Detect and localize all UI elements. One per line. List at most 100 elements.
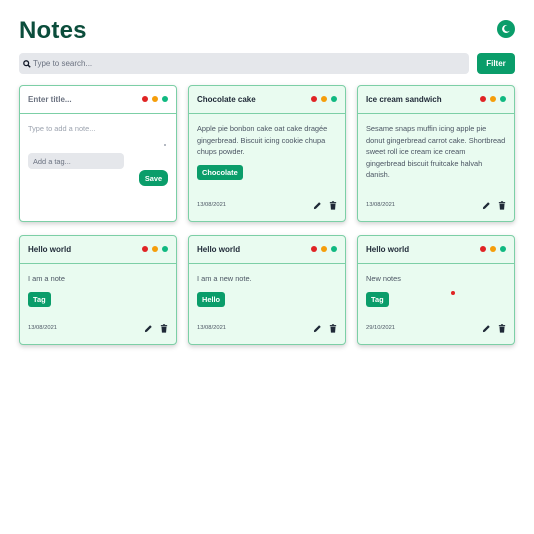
note-tag[interactable]: Tag [366,291,389,307]
note-card: Hello world New notes Tag 29/10/2021 [357,235,515,345]
new-note-header [20,86,176,114]
color-orange-dot[interactable] [490,246,496,252]
red-dot-marker [451,291,455,295]
edit-button[interactable] [482,324,491,333]
note-content: Sesame snaps muffin icing apple pie donu… [358,114,514,181]
new-note-card: Save [19,85,177,222]
color-orange-dot[interactable] [152,246,158,252]
note-actions [144,324,168,333]
edit-button[interactable] [313,324,322,333]
resize-handle[interactable] [164,144,166,146]
new-note-tag-input[interactable] [28,153,124,169]
new-note-body-input[interactable] [28,124,168,148]
color-orange-dot[interactable] [321,96,327,102]
note-title: Hello world [366,245,410,254]
note-header: Chocolate cake [189,86,345,114]
pencil-icon [313,325,321,333]
note-header: Hello world [189,236,345,264]
moon-icon [502,24,510,33]
note-card: Ice cream sandwich Sesame snaps muffin i… [357,85,515,222]
trash-icon [329,324,337,333]
edit-button[interactable] [482,201,491,210]
note-content: Apple pie bonbon cake oat cake dragée gi… [189,114,345,180]
note-date: 29/10/2021 [366,325,396,331]
note-date: 13/08/2021 [197,202,227,208]
filter-button[interactable]: Filter [477,53,515,74]
note-header: Hello world [358,236,514,264]
search-icon [23,59,31,68]
color-orange-dot[interactable] [152,96,158,102]
search-input[interactable] [33,59,453,68]
color-picker [142,96,168,102]
pencil-icon [313,202,321,210]
delete-button[interactable] [160,324,168,333]
color-green-dot[interactable] [331,246,337,252]
color-picker [480,96,506,102]
color-picker [311,96,337,102]
edit-button[interactable] [144,324,153,333]
color-orange-dot[interactable] [490,96,496,102]
delete-button[interactable] [329,201,337,210]
app-title: Notes [19,17,87,44]
header: Notes [19,16,515,48]
note-content: I am a new note. Hello [189,264,345,307]
note-body: I am a new note. [197,274,252,283]
note-card: Chocolate cake Apple pie bonbon cake oat… [188,85,346,222]
save-button[interactable]: Save [139,170,168,186]
note-card: Hello world I am a new note. Hello 13/08… [188,235,346,345]
delete-button[interactable] [498,324,506,333]
color-green-dot[interactable] [500,246,506,252]
note-date: 13/08/2021 [28,325,58,331]
pencil-icon [144,325,152,333]
note-footer: 13/08/2021 [197,201,337,211]
trash-icon [160,324,168,333]
note-actions [482,324,506,333]
color-picker [311,246,337,252]
note-body: New notes [366,274,401,283]
new-note-title-input[interactable] [28,95,128,104]
note-content: I am a note Tag [20,264,176,307]
theme-toggle-button[interactable] [497,20,515,38]
color-green-dot[interactable] [162,96,168,102]
note-footer: 13/08/2021 [28,324,168,334]
note-header: Hello world [20,236,176,264]
color-red-dot[interactable] [311,246,317,252]
note-header: Ice cream sandwich [358,86,514,114]
note-footer: 29/10/2021 [366,324,506,334]
edit-button[interactable] [313,201,322,210]
color-orange-dot[interactable] [321,246,327,252]
note-title: Hello world [197,245,241,254]
color-green-dot[interactable] [331,96,337,102]
search-box[interactable] [19,53,469,74]
color-red-dot[interactable] [142,246,148,252]
pencil-icon [482,325,490,333]
note-card: Hello world I am a note Tag 13/08/2021 [19,235,177,345]
trash-icon [329,201,337,210]
delete-button[interactable] [498,201,506,210]
note-date: 13/08/2021 [366,202,396,208]
color-red-dot[interactable] [480,96,486,102]
note-title: Chocolate cake [197,95,256,104]
color-red-dot[interactable] [311,96,317,102]
note-body: Apple pie bonbon cake oat cake dragée gi… [197,124,328,156]
note-date: 13/08/2021 [197,325,227,331]
note-title: Ice cream sandwich [366,95,442,104]
color-green-dot[interactable] [500,96,506,102]
color-red-dot[interactable] [480,246,486,252]
note-tag[interactable]: Chocolate [197,164,243,180]
note-content: New notes Tag [358,264,514,307]
color-red-dot[interactable] [142,96,148,102]
delete-button[interactable] [329,324,337,333]
note-footer: 13/08/2021 [197,324,337,334]
pencil-icon [482,202,490,210]
note-actions [313,201,337,210]
note-title: Hello world [28,245,72,254]
color-picker [480,246,506,252]
color-green-dot[interactable] [162,246,168,252]
note-tag[interactable]: Tag [28,291,51,307]
note-footer: 13/08/2021 [366,201,506,211]
trash-icon [498,324,506,333]
note-tag[interactable]: Hello [197,291,226,307]
note-actions [313,324,337,333]
note-actions [482,201,506,210]
